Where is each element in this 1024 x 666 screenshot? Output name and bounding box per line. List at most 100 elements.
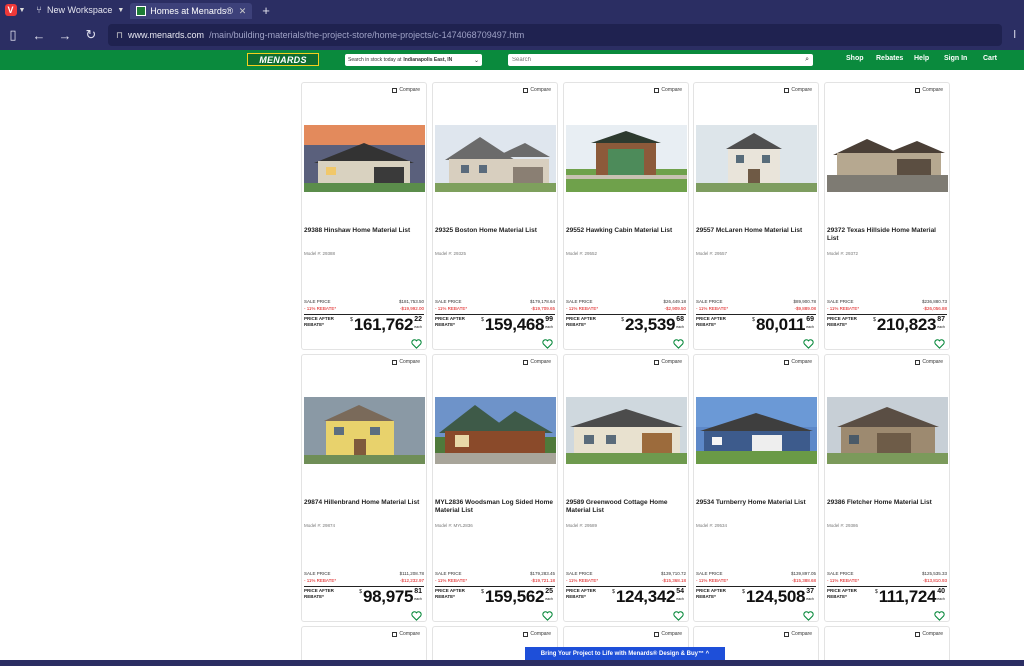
rebate-row: - 11% REBATE* -$12,232.97 xyxy=(304,578,424,583)
heart-icon[interactable] xyxy=(411,608,422,626)
nav-help[interactable]: Help xyxy=(914,55,929,62)
product-title[interactable]: 29552 Hawking Cabin Material List xyxy=(566,227,684,235)
heart-icon[interactable] xyxy=(673,608,684,626)
compare-checkbox[interactable]: Compare xyxy=(392,359,420,365)
search-icon[interactable]: ⌕ xyxy=(805,56,809,64)
nav-cart[interactable]: Cart xyxy=(983,55,997,62)
vivaldi-menu-button[interactable]: V ▼ xyxy=(0,0,30,20)
rebate-row: - 11% REBATE* -$15,388.68 xyxy=(696,578,816,583)
design-and-buy-banner[interactable]: Bring Your Project to Life with Menards®… xyxy=(525,647,725,660)
price-after-rebate: $98,975 81 each xyxy=(359,587,422,606)
product-image[interactable] xyxy=(696,125,817,192)
compare-checkbox[interactable]: Compare xyxy=(915,631,943,637)
vivaldi-logo-icon: V xyxy=(4,4,17,16)
search-box[interactable]: ⌕ xyxy=(508,54,813,66)
rebate-row: - 11% REBATE* -$19,992.00 xyxy=(304,306,424,311)
product-image[interactable] xyxy=(827,397,948,464)
heart-icon[interactable] xyxy=(542,608,553,626)
checkbox-icon xyxy=(654,631,660,637)
address-bar[interactable]: ⊓ www.menards.com/main/building-material… xyxy=(108,24,1002,46)
compare-checkbox[interactable]: Compare xyxy=(784,631,812,637)
menards-favicon-icon xyxy=(136,6,147,16)
product-title[interactable]: 29874 Hillenbrand Home Material List xyxy=(304,499,422,507)
product-image[interactable] xyxy=(566,397,687,464)
product-image[interactable] xyxy=(435,397,556,464)
sale-price-row: SALE PRICE $125,535.33 xyxy=(827,571,947,576)
product-card[interactable]: Compare 29386 Fletcher Home Material List… xyxy=(824,354,950,622)
product-card[interactable]: Compare 29552 Hawking Cabin Material List… xyxy=(563,82,689,350)
product-image[interactable] xyxy=(566,125,687,192)
product-card[interactable]: Compare 29534 Turnberry Home Material Lis… xyxy=(693,354,819,622)
product-card[interactable]: Compare MYL2836 Woodsman Log Sided Home M… xyxy=(432,354,558,622)
tab-menards-homes[interactable]: Homes at Menards® ✕ xyxy=(130,3,253,19)
product-title[interactable]: 29325 Boston Home Material List xyxy=(435,227,553,235)
heart-icon[interactable] xyxy=(803,608,814,626)
compare-checkbox[interactable]: Compare xyxy=(784,87,812,93)
close-tab-icon[interactable]: ✕ xyxy=(239,6,247,17)
product-card[interactable]: Compare 29557 McLaren Home Material List M… xyxy=(693,82,819,350)
reload-icon[interactable]: ↻ xyxy=(78,27,104,43)
price-after-rebate: $124,342 54 each xyxy=(612,587,684,606)
product-title[interactable]: 29534 Turnberry Home Material List xyxy=(696,499,814,507)
product-card[interactable]: Compare 29372 Texas Hillside Home Materia… xyxy=(824,82,950,350)
compare-checkbox[interactable]: Compare xyxy=(784,359,812,365)
store-name: Indianapolis East, IN xyxy=(403,57,453,63)
product-image[interactable] xyxy=(304,397,425,464)
product-card[interactable]: Compare 29874 Hillenbrand Home Material L… xyxy=(301,354,427,622)
sale-price-row: SALE PRICE $89,900.78 xyxy=(696,299,816,304)
product-image[interactable] xyxy=(696,397,817,464)
after-rebate-label: PRICE AFTER REBATE* xyxy=(827,316,857,327)
heart-icon[interactable] xyxy=(934,608,945,626)
sale-price-row: SALE PRICE $179,178.64 xyxy=(435,299,555,304)
panel-toggle-icon[interactable]: ▯ xyxy=(0,27,26,43)
compare-checkbox[interactable]: Compare xyxy=(654,87,682,93)
menards-logo[interactable]: MENARDS xyxy=(247,53,319,66)
workspace-switcher[interactable]: ⑂ New Workspace ▼ xyxy=(30,0,130,20)
product-title[interactable]: 29372 Texas Hillside Home Material List xyxy=(827,227,945,243)
checkbox-icon xyxy=(915,631,921,637)
heart-icon[interactable] xyxy=(542,336,553,354)
heart-icon[interactable] xyxy=(411,336,422,354)
store-selector[interactable]: Search in stock today at Indianapolis Ea… xyxy=(345,54,482,66)
price-after-rebate: $23,539 68 each xyxy=(621,315,684,334)
product-image[interactable] xyxy=(304,125,425,192)
product-title[interactable]: MYL2836 Woodsman Log Sided Home Material… xyxy=(435,499,553,515)
compare-checkbox[interactable]: Compare xyxy=(654,631,682,637)
after-rebate-label: PRICE AFTER REBATE* xyxy=(435,316,465,327)
new-tab-button[interactable]: + xyxy=(252,3,280,18)
compare-checkbox[interactable]: Compare xyxy=(392,631,420,637)
product-card[interactable]: Compare 29589 Greenwood Cottage Home Mate… xyxy=(563,354,689,622)
compare-label: Compare xyxy=(922,631,943,637)
compare-label: Compare xyxy=(922,359,943,365)
compare-checkbox[interactable]: Compare xyxy=(523,631,551,637)
extensions-icon[interactable]: l xyxy=(1014,29,1024,41)
product-image[interactable] xyxy=(435,125,556,192)
product-title[interactable]: 29388 Hinshaw Home Material List xyxy=(304,227,422,235)
after-rebate-label: PRICE AFTER REBATE* xyxy=(435,588,465,599)
product-card[interactable]: Compare 29388 Hinshaw Home Material List M… xyxy=(301,82,427,350)
heart-icon[interactable] xyxy=(934,336,945,354)
compare-checkbox[interactable]: Compare xyxy=(392,87,420,93)
heart-icon[interactable] xyxy=(673,336,684,354)
product-title[interactable]: 29386 Fletcher Home Material List xyxy=(827,499,945,507)
nav-shop[interactable]: Shop xyxy=(846,55,864,62)
checkbox-icon xyxy=(523,87,529,93)
product-title[interactable]: 29557 McLaren Home Material List xyxy=(696,227,814,235)
product-card[interactable]: Compare 29325 Boston Home Material List Mo… xyxy=(432,82,558,350)
nav-rebates[interactable]: Rebates xyxy=(876,55,903,62)
nav-sign-in[interactable]: Sign In xyxy=(944,55,967,62)
compare-checkbox[interactable]: Compare xyxy=(654,359,682,365)
price-after-rebate: $111,724 40 each xyxy=(874,587,945,606)
model-number: Model #: MYL2836 xyxy=(435,523,473,528)
compare-checkbox[interactable]: Compare xyxy=(523,359,551,365)
product-title[interactable]: 29589 Greenwood Cottage Home Material Li… xyxy=(566,499,684,515)
forward-arrow-icon[interactable]: → xyxy=(52,28,78,43)
compare-checkbox[interactable]: Compare xyxy=(915,359,943,365)
search-input[interactable] xyxy=(512,57,806,63)
heart-icon[interactable] xyxy=(803,336,814,354)
back-arrow-icon[interactable]: ← xyxy=(26,28,52,43)
sale-price-row: SALE PRICE $181,753.50 xyxy=(304,299,424,304)
compare-checkbox[interactable]: Compare xyxy=(915,87,943,93)
compare-checkbox[interactable]: Compare xyxy=(523,87,551,93)
product-image[interactable] xyxy=(827,125,948,192)
